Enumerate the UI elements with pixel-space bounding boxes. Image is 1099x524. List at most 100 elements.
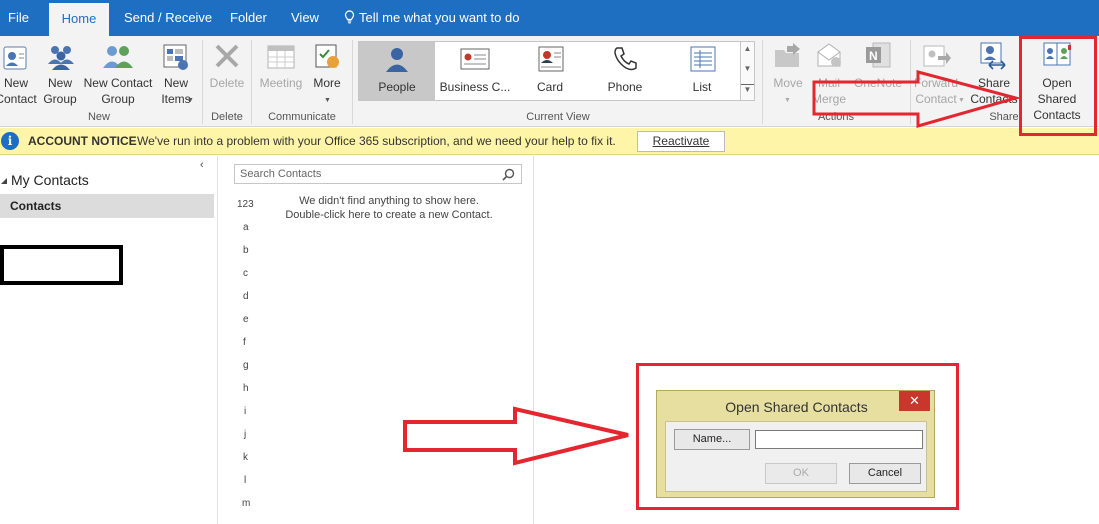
dialog-body: Name... OK Cancel	[665, 421, 927, 492]
group-label-current-view: Current View	[526, 111, 590, 123]
alpha-index-b[interactable]: b	[243, 245, 263, 256]
view-phone[interactable]: Phone	[586, 42, 664, 100]
new-group-label: New Group	[43, 76, 77, 106]
share-contacts-icon	[980, 42, 1006, 70]
tab-home[interactable]: Home	[49, 3, 109, 36]
alpha-index-k[interactable]: k	[243, 452, 263, 463]
move-folder-icon	[775, 43, 800, 67]
notice-title: ACCOUNT NOTICE	[28, 134, 137, 148]
contact-card-icon	[3, 46, 27, 70]
my-contacts-header[interactable]: My Contacts	[0, 172, 89, 188]
redaction-box	[0, 245, 123, 285]
annotation-arrow-icon	[812, 70, 1022, 128]
list-icon	[690, 46, 716, 72]
open-shared-contacts-dialog: Open Shared Contacts ✕ Name... OK Cancel	[656, 390, 935, 498]
annotation-highlight-frame	[1019, 36, 1097, 136]
tell-me-search[interactable]: Tell me what you want to do	[344, 0, 519, 36]
gallery-expand-icon[interactable]: ▼	[741, 84, 754, 94]
gallery-scroll-down-icon[interactable]: ▼	[741, 64, 754, 73]
ribbon-separator	[762, 40, 763, 124]
contact-list-pane: We didn't find anything to show here. Do…	[219, 156, 534, 524]
contact-group-icon	[103, 46, 133, 68]
empty-message-line-2: Double-click here to create a new Contac…	[285, 209, 493, 221]
view-card-label: Card	[536, 80, 563, 94]
move-label: Move	[773, 76, 803, 90]
alpha-index-g[interactable]: g	[243, 360, 263, 371]
alpha-index-c[interactable]: c	[243, 268, 263, 279]
view-list[interactable]: List	[664, 42, 740, 100]
ribbon-separator	[352, 40, 353, 124]
annotation-arrow-icon	[403, 406, 629, 466]
view-people-label: People	[378, 80, 416, 94]
alpha-index-e[interactable]: e	[243, 314, 263, 325]
new-contact-label: New Contact	[0, 76, 37, 106]
mail-merge-icon	[817, 43, 841, 67]
dialog-title: Open Shared Contacts	[725, 399, 868, 415]
cancel-button[interactable]: Cancel	[849, 463, 921, 484]
folder-pane: ‹ My Contacts Contacts	[0, 156, 218, 524]
gallery-scrollbar[interactable]: ▲ ▼ ▼	[740, 42, 754, 100]
account-notice-bar: i ACCOUNT NOTICE We've run into a proble…	[0, 128, 1099, 155]
name-button[interactable]: Name...	[674, 429, 750, 450]
info-icon: i	[1, 132, 19, 150]
view-list-label: List	[692, 80, 712, 94]
empty-list-message[interactable]: We didn't find anything to show here. Do…	[269, 194, 509, 222]
people-group-icon	[48, 46, 74, 70]
search-input[interactable]	[240, 168, 490, 180]
ribbon-tab-bar: File Home Send / Receive Folder View Tel…	[0, 0, 1099, 36]
contacts-folder-label: Contacts	[10, 199, 62, 213]
person-icon	[386, 48, 408, 72]
alpha-index-a[interactable]: a	[243, 222, 263, 233]
group-label-new: New	[87, 111, 110, 123]
current-view-gallery: People Business C... Card Phone List ▲ ▼…	[358, 41, 755, 101]
contacts-folder-item[interactable]: Contacts	[0, 194, 214, 218]
alpha-index-h[interactable]: h	[243, 383, 263, 394]
search-box[interactable]	[234, 164, 522, 184]
tab-send-receive[interactable]: Send / Receive	[124, 0, 212, 36]
lightbulb-icon	[344, 10, 355, 24]
more-label: More	[313, 76, 341, 90]
expand-triangle-icon	[1, 178, 7, 184]
more-actions-icon	[315, 44, 339, 68]
alpha-index-123[interactable]: 123	[237, 199, 257, 210]
meeting-label: Meeting	[259, 76, 303, 90]
view-people[interactable]: People	[359, 42, 435, 100]
calendar-icon	[267, 45, 295, 69]
tab-view[interactable]: View	[291, 0, 319, 36]
view-business-card[interactable]: Business C...	[436, 42, 514, 100]
more-dropdown-icon: ▼	[324, 97, 331, 104]
phone-icon	[614, 47, 637, 71]
view-card[interactable]: Card	[514, 42, 586, 100]
my-contacts-label: My Contacts	[11, 172, 89, 188]
alpha-index-l[interactable]: l	[244, 475, 264, 486]
alpha-index-j[interactable]: j	[244, 429, 264, 440]
alpha-index-m[interactable]: m	[242, 498, 262, 509]
alpha-index-d[interactable]: d	[243, 291, 263, 302]
view-phone-label: Phone	[607, 80, 643, 94]
empty-message-line-1: We didn't find anything to show here.	[299, 195, 479, 207]
name-input[interactable]	[755, 430, 923, 449]
onenote-icon: N	[866, 42, 891, 68]
group-label-delete: Delete	[211, 111, 243, 123]
new-contact-group-label: New Contact Group	[83, 76, 153, 106]
alpha-index-i[interactable]: i	[244, 406, 264, 417]
card-icon	[538, 46, 564, 72]
ok-button[interactable]: OK	[765, 463, 837, 484]
search-icon[interactable]	[502, 168, 515, 181]
forward-contact-icon	[923, 45, 951, 67]
new-items-dropdown-icon: ▼	[187, 97, 194, 104]
delete-label: Delete	[209, 76, 245, 90]
view-business-card-label: Business C...	[439, 80, 511, 94]
ribbon-separator	[251, 40, 252, 124]
collapse-pane-icon[interactable]: ‹	[200, 159, 204, 171]
new-items-icon	[163, 44, 188, 70]
gallery-scroll-up-icon[interactable]: ▲	[741, 44, 754, 53]
business-card-icon	[460, 48, 490, 70]
tab-file[interactable]: File	[8, 0, 29, 36]
tab-folder[interactable]: Folder	[230, 0, 267, 36]
move-dropdown-icon: ▼	[784, 97, 791, 104]
close-icon[interactable]: ✕	[899, 391, 930, 411]
reactivate-button[interactable]: Reactivate	[637, 131, 725, 152]
alpha-index-f[interactable]: f	[243, 337, 263, 348]
ribbon-separator	[202, 40, 203, 124]
